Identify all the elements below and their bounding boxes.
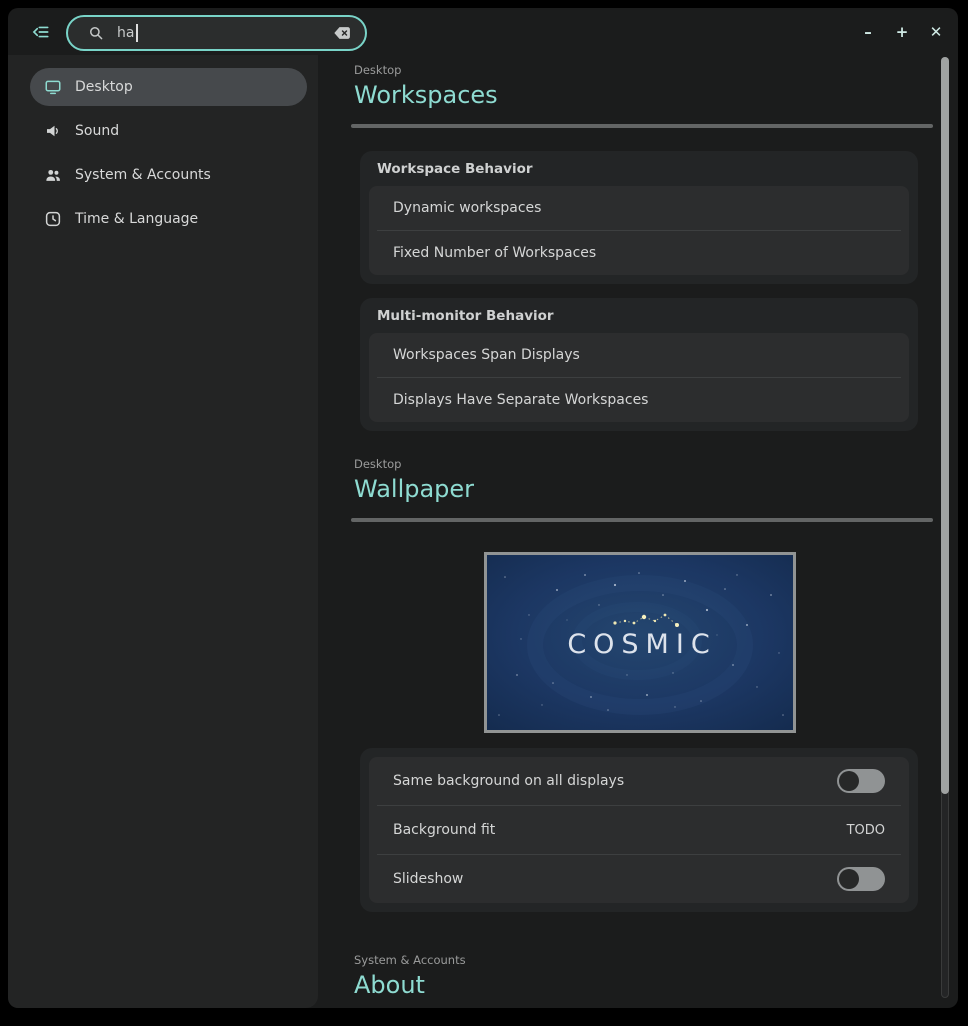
group-wallpaper-options: Same background on all displays Backgrou…: [360, 748, 918, 912]
row-dynamic-workspaces[interactable]: Dynamic workspaces: [369, 186, 909, 230]
row-label: Displays Have Separate Workspaces: [393, 392, 648, 408]
sidebar-collapse-icon: [31, 22, 51, 42]
row-displays-separate-workspaces[interactable]: Displays Have Separate Workspaces: [369, 378, 909, 422]
maximize-button[interactable]: +: [888, 19, 916, 45]
settings-card: Workspaces Span Displays Displays Have S…: [369, 333, 909, 422]
sidebar-item-label: Desktop: [75, 79, 133, 95]
sidebar-item-label: System & Accounts: [75, 167, 211, 183]
slideshow-toggle[interactable]: [837, 867, 885, 891]
toggle-knob: [839, 869, 859, 889]
page-title-workspaces: Workspaces: [354, 80, 925, 110]
sidebar-item-system-accounts[interactable]: System & Accounts: [30, 156, 307, 194]
wallpaper-preview: COSMIC: [484, 552, 796, 733]
sidebar-item-desktop[interactable]: Desktop: [30, 68, 307, 106]
sidebar-item-sound[interactable]: Sound: [30, 112, 307, 150]
scrollbar-track[interactable]: [941, 57, 949, 998]
result-category: Desktop: [354, 63, 925, 78]
group-header: Workspace Behavior: [369, 155, 909, 186]
group-header: Multi-monitor Behavior: [369, 302, 909, 333]
result-category: System & Accounts: [354, 953, 925, 968]
settings-window: ha – + ✕ Desktop: [8, 8, 958, 1008]
sidebar-item-label: Sound: [75, 123, 119, 139]
cosmic-wallpaper-image: COSMIC: [487, 555, 793, 730]
row-slideshow[interactable]: Slideshow: [369, 855, 909, 903]
scrollbar-thumb[interactable]: [941, 57, 949, 794]
search-value: ha: [117, 25, 134, 41]
search-icon: [87, 24, 105, 42]
topbar: ha – + ✕: [8, 8, 958, 55]
page-title-wallpaper: Wallpaper: [354, 474, 925, 504]
row-background-fit[interactable]: Background fit TODO: [369, 806, 909, 854]
row-workspaces-span-displays[interactable]: Workspaces Span Displays: [369, 333, 909, 377]
background-fit-value: TODO: [847, 823, 885, 838]
close-button[interactable]: ✕: [922, 19, 950, 45]
search-results: Desktop Workspaces Workspace Behavior Dy…: [318, 55, 958, 1008]
sidebar: Desktop Sound System & Accounts: [8, 55, 318, 1008]
sidebar-item-label: Time & Language: [75, 211, 198, 227]
monitor-icon: [44, 78, 62, 96]
clock-icon: [44, 210, 62, 228]
row-label: Slideshow: [393, 871, 463, 887]
result-category: Desktop: [354, 457, 925, 472]
minimize-button[interactable]: –: [854, 19, 882, 45]
row-same-background[interactable]: Same background on all displays: [369, 757, 909, 805]
wallpaper-preview-frame: COSMIC: [484, 552, 796, 733]
window-controls: – + ✕: [854, 19, 950, 45]
speaker-icon: [44, 122, 62, 140]
group-workspace-behavior: Workspace Behavior Dynamic workspaces Fi…: [360, 151, 918, 284]
text-cursor: [136, 24, 138, 42]
screen: ha – + ✕ Desktop: [0, 0, 968, 1026]
row-label: Fixed Number of Workspaces: [393, 245, 596, 261]
sidebar-toggle-button[interactable]: [29, 20, 53, 44]
row-label: Background fit: [393, 822, 495, 838]
section-divider: [351, 518, 933, 522]
row-fixed-workspaces[interactable]: Fixed Number of Workspaces: [369, 231, 909, 275]
users-icon: [44, 166, 62, 184]
search-input[interactable]: ha: [66, 15, 367, 51]
settings-card: Dynamic workspaces Fixed Number of Works…: [369, 186, 909, 275]
row-label: Dynamic workspaces: [393, 200, 541, 216]
group-multimonitor-behavior: Multi-monitor Behavior Workspaces Span D…: [360, 298, 918, 431]
clear-search-icon[interactable]: [332, 23, 352, 43]
row-label: Same background on all displays: [393, 773, 624, 789]
wallpaper-title-text: COSMIC: [567, 629, 716, 660]
row-label: Workspaces Span Displays: [393, 347, 580, 363]
sidebar-item-time-language[interactable]: Time & Language: [30, 200, 307, 238]
settings-card: Same background on all displays Backgrou…: [369, 757, 909, 903]
toggle-knob: [839, 771, 859, 791]
page-title-about: About: [354, 970, 925, 1000]
same-background-toggle[interactable]: [837, 769, 885, 793]
